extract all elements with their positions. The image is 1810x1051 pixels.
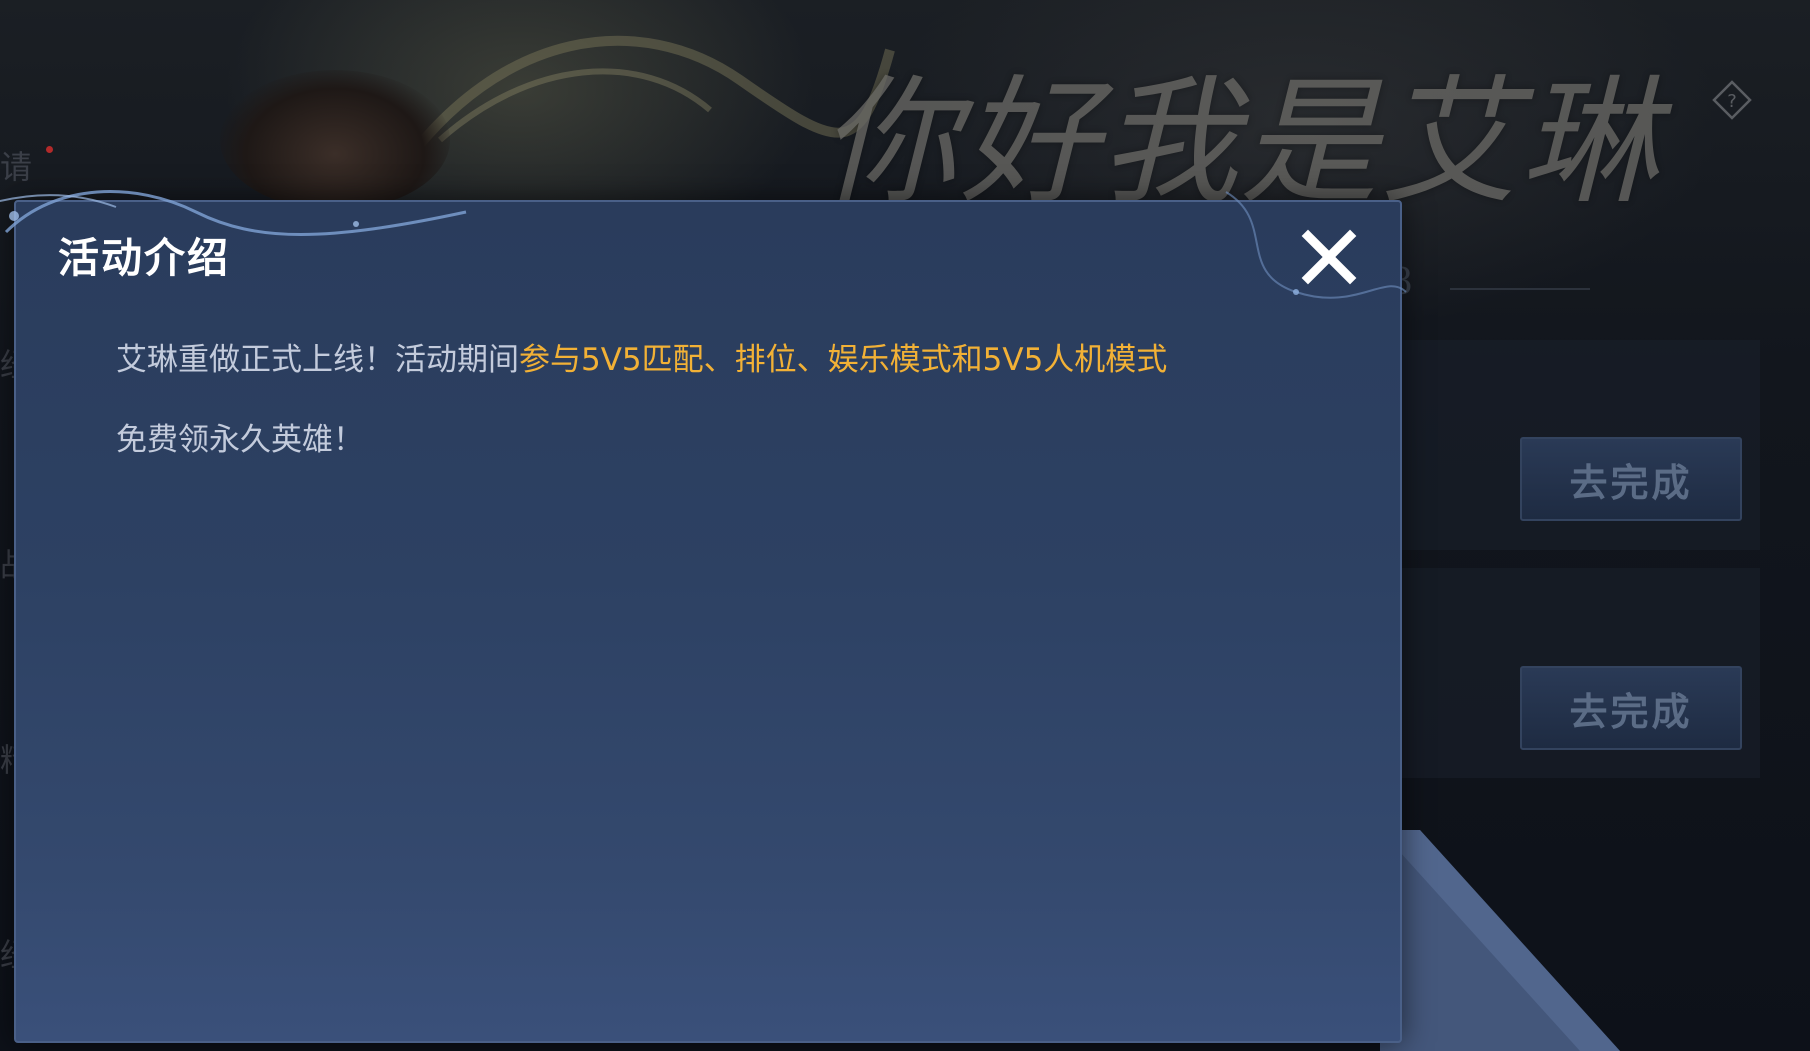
go-complete-button[interactable]: 去完成: [1520, 437, 1742, 521]
close-icon[interactable]: [1294, 222, 1364, 292]
description-text: 艾琳重做正式上线！活动期间: [116, 342, 519, 378]
dialog-title: 活动介绍: [58, 234, 230, 282]
description-line-1: 艾琳重做正式上线！活动期间参与5V5匹配、排位、娱乐模式和5V5人机模式: [116, 320, 1356, 400]
dialog-description: 艾琳重做正式上线！活动期间参与5V5匹配、排位、娱乐模式和5V5人机模式 免费领…: [116, 320, 1356, 480]
go-complete-button[interactable]: 去完成: [1520, 666, 1742, 750]
activity-intro-dialog: 活动介绍 艾琳重做正式上线！活动期间参与5V5匹配、排位、娱乐模式和5V5人机模…: [0, 190, 1407, 1043]
notification-dot: [46, 146, 53, 153]
svg-text:?: ?: [1727, 91, 1737, 112]
stage-floor-decoration: [1380, 830, 1620, 1051]
description-highlight: 参与5V5匹配、排位、娱乐模式和5V5人机模式: [519, 342, 1168, 378]
description-line-2: 免费领永久英雄！: [116, 422, 364, 458]
help-diamond-icon[interactable]: ?: [1712, 80, 1752, 120]
divider-line: [1450, 288, 1590, 290]
